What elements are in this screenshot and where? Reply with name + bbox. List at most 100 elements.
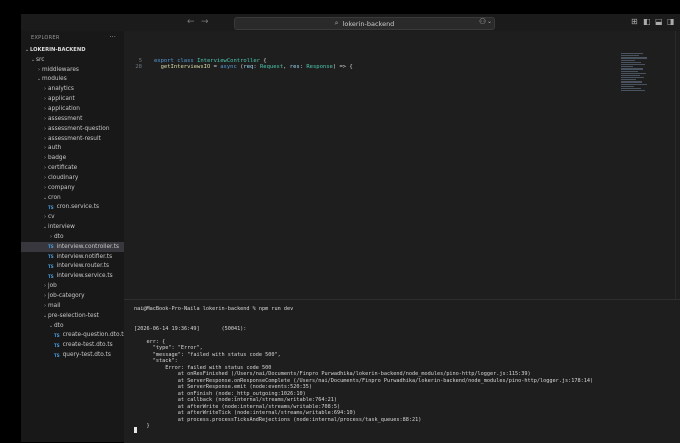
folder-item[interactable]: ⌄ interview: [21, 222, 124, 232]
tree-item-label: application: [48, 105, 80, 112]
file-item[interactable]: TS create-test.dto.ts: [21, 340, 124, 350]
folder-item[interactable]: › application: [21, 104, 124, 114]
terminal-line: at ServerResponse.emit (node:events:520:…: [134, 384, 313, 390]
file-item[interactable]: TS interview.router.ts: [21, 262, 124, 272]
code-token: res: [289, 64, 300, 70]
tree-item-label: interview.controller.ts: [56, 243, 120, 250]
tree-item-label: assessment-question: [48, 125, 110, 132]
folder-item[interactable]: ⌄ dto: [21, 321, 124, 331]
workspace-root[interactable]: ⌄ LOKERIN-BACKEND: [21, 45, 124, 55]
toggle-secondary-sidebar-icon[interactable]: ◨: [667, 17, 675, 27]
copilot-icon[interactable]: ⚇: [479, 17, 486, 27]
minimap[interactable]: [621, 53, 651, 93]
tree-item-label: middlewares: [42, 66, 79, 73]
folder-item[interactable]: › job: [21, 281, 124, 291]
more-actions-icon[interactable]: ···: [109, 33, 116, 41]
tree-item-label: pre-selection-test: [48, 312, 99, 319]
folder-item[interactable]: › cloudinary: [21, 173, 124, 183]
layout-icon[interactable]: ⊞: [631, 17, 638, 27]
terminal-line: at process.processTicksAndRejections (no…: [134, 416, 422, 423]
terminal-line: at onFinish (node:_http_outgoing:1026:10…: [134, 390, 306, 397]
app-window: ← → ⌕ lokerin-backend ⚇ ⌄ ⊞ ◧ ⬓ ◨ EXPLOR…: [0, 0, 680, 443]
code-token: :: [253, 64, 260, 70]
file-item[interactable]: TS create-question.dto.ts: [21, 330, 124, 340]
tree-item-label: mail: [48, 302, 61, 309]
terminal-cursor: [134, 427, 137, 433]
typescript-file-icon: TS: [54, 332, 60, 338]
folder-item[interactable]: › middlewares: [21, 65, 124, 75]
folder-item[interactable]: › company: [21, 183, 124, 193]
search-text: lokerin-backend: [342, 19, 395, 28]
toggle-sidebar-icon[interactable]: ◧: [643, 17, 651, 27]
code-token: Response: [306, 64, 333, 70]
tree-item-label: company: [48, 184, 75, 191]
arrow-right-icon[interactable]: →: [201, 16, 209, 28]
tree-item-label: create-test.dto.ts: [62, 342, 113, 349]
tree-item-label: cloudinary: [48, 174, 79, 181]
terminal-line: nai@MacBook-Pro-Naila lokerin-backend % …: [134, 306, 294, 312]
folder-item[interactable]: ⌄ pre-selection-test: [21, 311, 124, 321]
tree-item-label: badge: [48, 155, 67, 162]
folder-item[interactable]: › dto: [21, 232, 124, 242]
code-token: ,: [283, 64, 290, 70]
folder-item[interactable]: › certificate: [21, 163, 124, 173]
code-editor[interactable]: 5 export class InterviewController {28 ge…: [124, 31, 680, 299]
file-item[interactable]: TS cron.service.ts: [21, 203, 124, 213]
terminal-line: [2026-06-14 19:36:49] (50041):: [134, 325, 247, 332]
tree-item-label: create-question.dto.ts: [62, 332, 124, 339]
code-token: req: [243, 64, 254, 70]
search-icon: ⌕: [334, 19, 339, 27]
arrow-left-icon[interactable]: ←: [187, 16, 195, 28]
toggle-panel-icon[interactable]: ⬓: [655, 17, 663, 27]
file-item[interactable]: TS interview.service.ts: [21, 271, 124, 281]
typescript-file-icon: TS: [54, 352, 60, 358]
folder-item[interactable]: › analytics: [21, 84, 124, 94]
tree-item-label: job-category: [48, 293, 85, 300]
tree-item-label: cron.service.ts: [56, 204, 100, 211]
chevron-down-icon[interactable]: ⌄: [487, 17, 492, 27]
typescript-file-icon: TS: [48, 263, 54, 269]
file-item[interactable]: TS interview.notifier.ts: [21, 252, 124, 262]
tree-item-label: interview.router.ts: [56, 263, 110, 270]
folder-item[interactable]: ⌄ cron: [21, 193, 124, 203]
file-item[interactable]: TS interview.controller.ts: [21, 241, 124, 252]
folder-item[interactable]: ⌄ src: [21, 55, 124, 65]
tree-item-label: interview.notifier.ts: [56, 253, 113, 260]
tree-item-label: assessment: [48, 115, 83, 122]
terminal-line: at afterWrite (node:internal/streams/wri…: [134, 403, 341, 410]
folder-item[interactable]: › auth: [21, 143, 124, 153]
terminal-line: Error: failed with status code 500: [134, 364, 272, 371]
file-tree: ⌄ LOKERIN-BACKEND ⌄ src › middlewares ⌄ modules…: [21, 45, 124, 360]
terminal-line: "stack":: [134, 358, 178, 364]
tree-item-label: LOKERIN-BACKEND: [30, 46, 86, 53]
editor-scrollbar[interactable]: [675, 31, 680, 299]
folder-item[interactable]: › applicant: [21, 94, 124, 104]
code-token: =: [210, 64, 221, 70]
command-center-search[interactable]: ⌕ lokerin-backend: [234, 17, 495, 30]
tree-item-label: job: [48, 283, 57, 290]
typescript-file-icon: TS: [48, 244, 54, 250]
terminal-panel[interactable]: nai@MacBook-Pro-Naila lokerin-backend % …: [124, 299, 680, 443]
folder-item[interactable]: › assessment-question: [21, 124, 124, 134]
folder-item[interactable]: › assessment: [21, 114, 124, 124]
folder-item[interactable]: › badge: [21, 153, 124, 163]
terminal-line: at onResFinished (/Users/nai/Documents/F…: [134, 371, 531, 377]
tree-item-label: assessment-result: [48, 135, 101, 142]
file-item[interactable]: TS query-test.dto.ts: [21, 350, 124, 360]
explorer-title: EXPLORER: [31, 35, 60, 41]
folder-item[interactable]: › cv: [21, 212, 124, 222]
terminal-line: "message": "failed with status code 500"…: [134, 351, 281, 358]
tree-item-label: dto: [54, 233, 64, 240]
folder-item[interactable]: › assessment-result: [21, 134, 124, 144]
folder-item[interactable]: › job-category: [21, 291, 124, 301]
code-token: ) => {: [332, 64, 353, 70]
title-bar: ← → ⌕ lokerin-backend ⚇ ⌄ ⊞ ◧ ⬓ ◨: [21, 14, 680, 31]
terminal-line: at callback (node:internal/streams/writa…: [134, 397, 338, 403]
folder-item[interactable]: › mail: [21, 301, 124, 311]
tree-item-label: cron: [48, 194, 61, 201]
typescript-file-icon: TS: [54, 342, 60, 348]
tree-item-label: dto: [54, 322, 64, 329]
tree-item-label: applicant: [48, 96, 75, 103]
tree-item-label: interview.service.ts: [56, 273, 113, 280]
folder-item[interactable]: ⌄ modules: [21, 75, 124, 85]
